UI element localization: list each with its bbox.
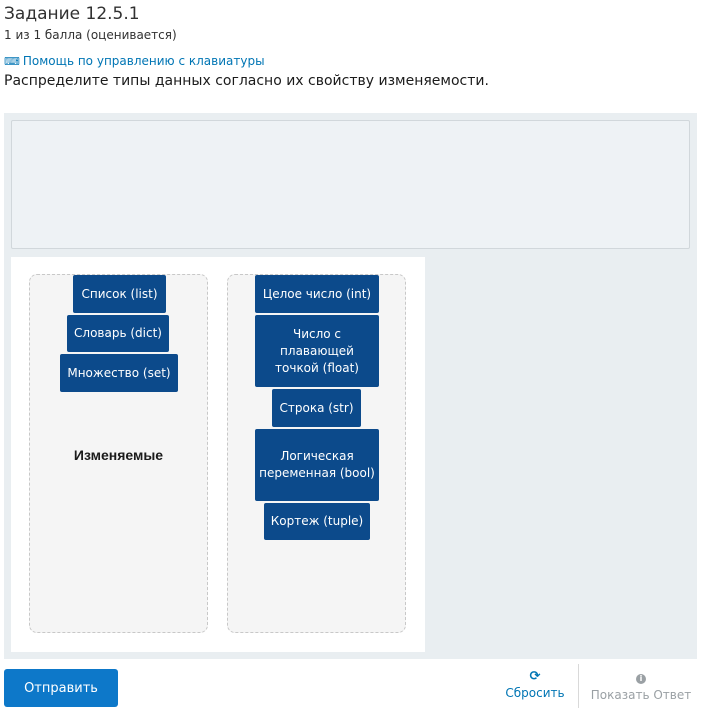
keyboard-icon: ⌨	[4, 54, 20, 68]
info-icon: i	[636, 673, 646, 684]
divider	[578, 664, 579, 708]
problem-score: 1 из 1 балла (оценивается)	[4, 28, 177, 42]
draggable-item[interactable]: Список (list)	[73, 275, 166, 313]
target-area: Список (list) Словарь (dict) Множество (…	[11, 257, 425, 652]
keyboard-help-label: Помощь по управлению с клавиатуры	[22, 54, 265, 68]
draggable-item[interactable]: Словарь (dict)	[67, 315, 169, 352]
show-answer-button: i Показать Ответ	[586, 670, 696, 702]
problem-title: Задание 12.5.1	[4, 4, 140, 24]
draggable-item[interactable]: Множество (set)	[60, 354, 178, 392]
draggable-item[interactable]: Число с плавающей точкой (float)	[255, 315, 379, 387]
draggable-item[interactable]: Логическая переменная (bool)	[255, 429, 379, 501]
zone-mutable-label: Изменяемые	[73, 447, 164, 463]
draggable-item[interactable]: Кортеж (tuple)	[264, 503, 370, 540]
problem-prompt: Распределите типы данных согласно их сво…	[4, 73, 489, 89]
item-pool[interactable]	[11, 120, 690, 249]
show-answer-label: Показать Ответ	[590, 687, 692, 702]
draggable-item[interactable]: Целое число (int)	[255, 275, 379, 313]
action-bar: Отправить ⟳ Сбросить i Показать Ответ	[0, 660, 705, 711]
drag-and-drop-board: Список (list) Словарь (dict) Множество (…	[4, 113, 697, 659]
zone-mutable[interactable]: Список (list) Словарь (dict) Множество (…	[29, 274, 208, 633]
submit-button[interactable]: Отправить	[4, 669, 118, 707]
draggable-item[interactable]: Строка (str)	[272, 389, 361, 427]
reset-label: Сбросить	[505, 686, 565, 700]
refresh-icon: ⟳	[529, 669, 541, 684]
reset-button[interactable]: ⟳ Сбросить	[500, 669, 570, 701]
keyboard-help-link[interactable]: ⌨ Помощь по управлению с клавиатуры	[4, 54, 265, 68]
zone-immutable[interactable]: Целое число (int) Число с плавающей точк…	[227, 274, 406, 633]
